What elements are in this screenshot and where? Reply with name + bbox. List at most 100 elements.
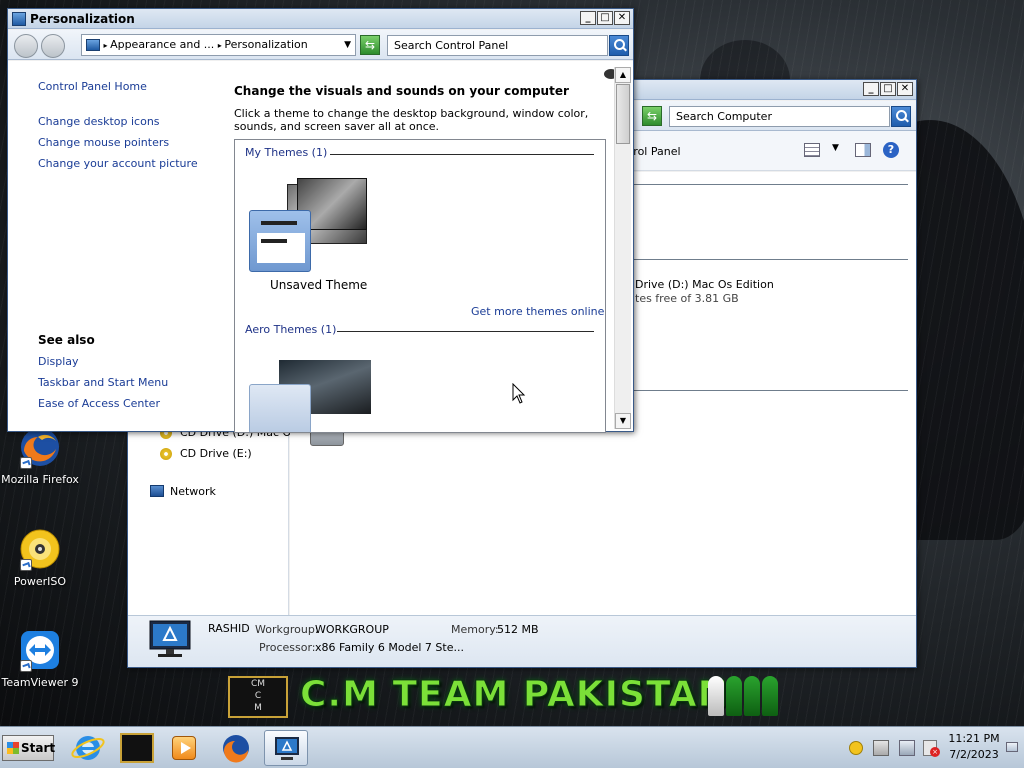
tray-volume-muted-icon[interactable]: × (923, 740, 940, 757)
start-button[interactable]: Start (2, 735, 56, 761)
media-player-icon (172, 736, 196, 760)
personalization-body: Control Panel Home Change desktop icons … (8, 61, 633, 433)
show-desktop-button[interactable] (1006, 742, 1018, 752)
page-description: Click a theme to change the desktop back… (234, 107, 589, 133)
taskbar-firefox[interactable] (214, 730, 258, 766)
window-title: Personalization (30, 12, 135, 26)
desktop-icon-label: PowerISO (13, 575, 67, 588)
workgroup-value: WORKGROUP (315, 623, 389, 636)
start-label: Start (21, 741, 56, 755)
breadcrumb-appearance[interactable]: Appearance and ... (110, 38, 214, 51)
chevron-down-icon[interactable]: ▼ (344, 35, 351, 55)
firefox-icon (223, 735, 249, 763)
search-input[interactable]: Search Control Panel (387, 35, 608, 56)
computer-name: RASHID (208, 622, 250, 635)
control-panel-icon (12, 12, 26, 26)
refresh-button[interactable]: ⇆ (360, 35, 380, 55)
theme-window-color-swatch (249, 210, 311, 272)
network-icon (150, 485, 164, 497)
ease-of-access-link[interactable]: Ease of Access Center (38, 397, 160, 410)
aero-theme-tile[interactable] (249, 360, 373, 432)
scroll-down-arrow[interactable]: ▼ (615, 413, 631, 429)
wallpaper-banner: CM C M C.M TEAM PAKISTAN (228, 672, 808, 722)
maximize-button[interactable]: □ (597, 11, 613, 25)
vertical-scrollbar[interactable]: ▲ ▼ (614, 67, 631, 429)
banner-text: C.M TEAM PAKISTAN (300, 674, 729, 716)
tray-app-icon[interactable] (849, 741, 863, 755)
desktop-icon-poweriso[interactable]: PowerISO (0, 527, 80, 588)
preview-pane-icon[interactable] (855, 143, 871, 157)
scroll-up-arrow[interactable]: ▲ (615, 67, 631, 83)
aero-themes-group-label: Aero Themes (1) (245, 323, 337, 336)
mouse-cursor-icon (512, 383, 526, 404)
unsaved-theme-tile[interactable] (249, 174, 369, 274)
views-icon[interactable] (804, 143, 820, 157)
clock[interactable]: 11:21 PM 7/2/2023 (944, 731, 1004, 763)
disc-icon (18, 527, 62, 571)
scroll-thumb[interactable] (616, 84, 630, 144)
processor-value: x86 Family 6 Model 7 Ste... (315, 641, 464, 654)
shortcut-arrow-icon (20, 559, 32, 571)
nav-label: CD Drive (E:) (180, 447, 252, 460)
personalization-window[interactable]: Personalization _ □ ✕ ▸ Appearance and ...… (7, 8, 634, 433)
taskbar-cm-app[interactable] (114, 730, 158, 766)
unsaved-theme-label[interactable]: Unsaved Theme (270, 278, 367, 292)
change-account-picture-link[interactable]: Change your account picture (38, 157, 198, 170)
desktop-icon-label: Mozilla Firefox (1, 473, 79, 486)
tray-network-icon[interactable] (899, 740, 915, 756)
taskbar-media-player[interactable] (162, 730, 206, 766)
desktop-icon-firefox[interactable]: Mozilla Firefox (0, 425, 80, 486)
search-icon[interactable] (609, 35, 629, 56)
workgroup-label: Workgroup: (255, 623, 319, 636)
back-button[interactable] (14, 34, 38, 58)
nav-label: Network (170, 485, 216, 498)
tray-security-icon[interactable] (873, 740, 889, 756)
taskbar-computer-active[interactable] (264, 730, 308, 766)
page-heading: Change the visuals and sounds on your co… (234, 84, 569, 98)
control-panel-home-link[interactable]: Control Panel Home (38, 80, 147, 93)
chevron-down-icon[interactable]: ▼ (832, 143, 839, 153)
disc-icon (160, 448, 172, 460)
search-icon[interactable] (891, 106, 911, 127)
taskbar-start-menu-link[interactable]: Taskbar and Start Menu (38, 376, 168, 389)
computer-monitor-icon (275, 737, 299, 760)
shortcut-arrow-icon (20, 660, 32, 672)
processor-label: Processor: (259, 641, 316, 654)
change-desktop-icons-link[interactable]: Change desktop icons (38, 115, 160, 128)
taskbar-internet-explorer[interactable] (66, 730, 110, 766)
minimize-button[interactable]: _ (863, 82, 879, 96)
taskbar: Start × 11:21 PM 7/2/2023 (0, 726, 1024, 768)
search-input[interactable]: Search Computer (669, 106, 890, 127)
clock-time: 11:21 PM (948, 732, 1000, 745)
breadcrumb[interactable]: ▸ Appearance and ... ▸ Personalization ▼ (81, 34, 356, 56)
desktop-icon-label: TeamViewer 9 (1, 676, 79, 689)
personalization-titlebar[interactable]: Personalization _ □ ✕ (8, 9, 633, 29)
themes-list: My Themes (1) Unsaved Theme Get more the… (234, 139, 606, 433)
theme-window-color-swatch (249, 384, 311, 432)
forward-button[interactable] (41, 34, 65, 58)
get-more-themes-link[interactable]: Get more themes online (471, 305, 604, 318)
breadcrumb-personalization[interactable]: Personalization (224, 38, 307, 51)
desktop-icon-teamviewer[interactable]: TeamViewer 9 (0, 628, 80, 689)
refresh-button[interactable]: ⇆ (642, 106, 662, 126)
memory-label: Memory: (451, 623, 499, 636)
see-also-heading: See also (38, 333, 95, 347)
computer-monitor-icon (148, 620, 192, 660)
control-panel-icon (86, 39, 100, 51)
minimize-button[interactable]: _ (580, 11, 596, 25)
display-link[interactable]: Display (38, 355, 79, 368)
change-mouse-pointers-link[interactable]: Change mouse pointers (38, 136, 169, 149)
memory-value: 512 MB (497, 623, 539, 636)
personalization-addressbar: ▸ Appearance and ... ▸ Personalization ▼… (8, 30, 633, 60)
teamviewer-icon (18, 628, 62, 672)
drive-free-space: tes free of 3.81 GB (635, 292, 739, 305)
cm-logo-icon (120, 733, 154, 763)
close-button[interactable]: ✕ (614, 11, 630, 25)
maximize-button[interactable]: □ (880, 82, 896, 96)
banner-people-graphic (708, 676, 798, 718)
help-icon[interactable]: ? (883, 142, 899, 158)
my-themes-group-label: My Themes (1) (245, 146, 328, 159)
drive-name[interactable]: Drive (D:) Mac Os Edition (635, 278, 774, 291)
internet-explorer-icon (71, 736, 105, 760)
close-button[interactable]: ✕ (897, 82, 913, 96)
